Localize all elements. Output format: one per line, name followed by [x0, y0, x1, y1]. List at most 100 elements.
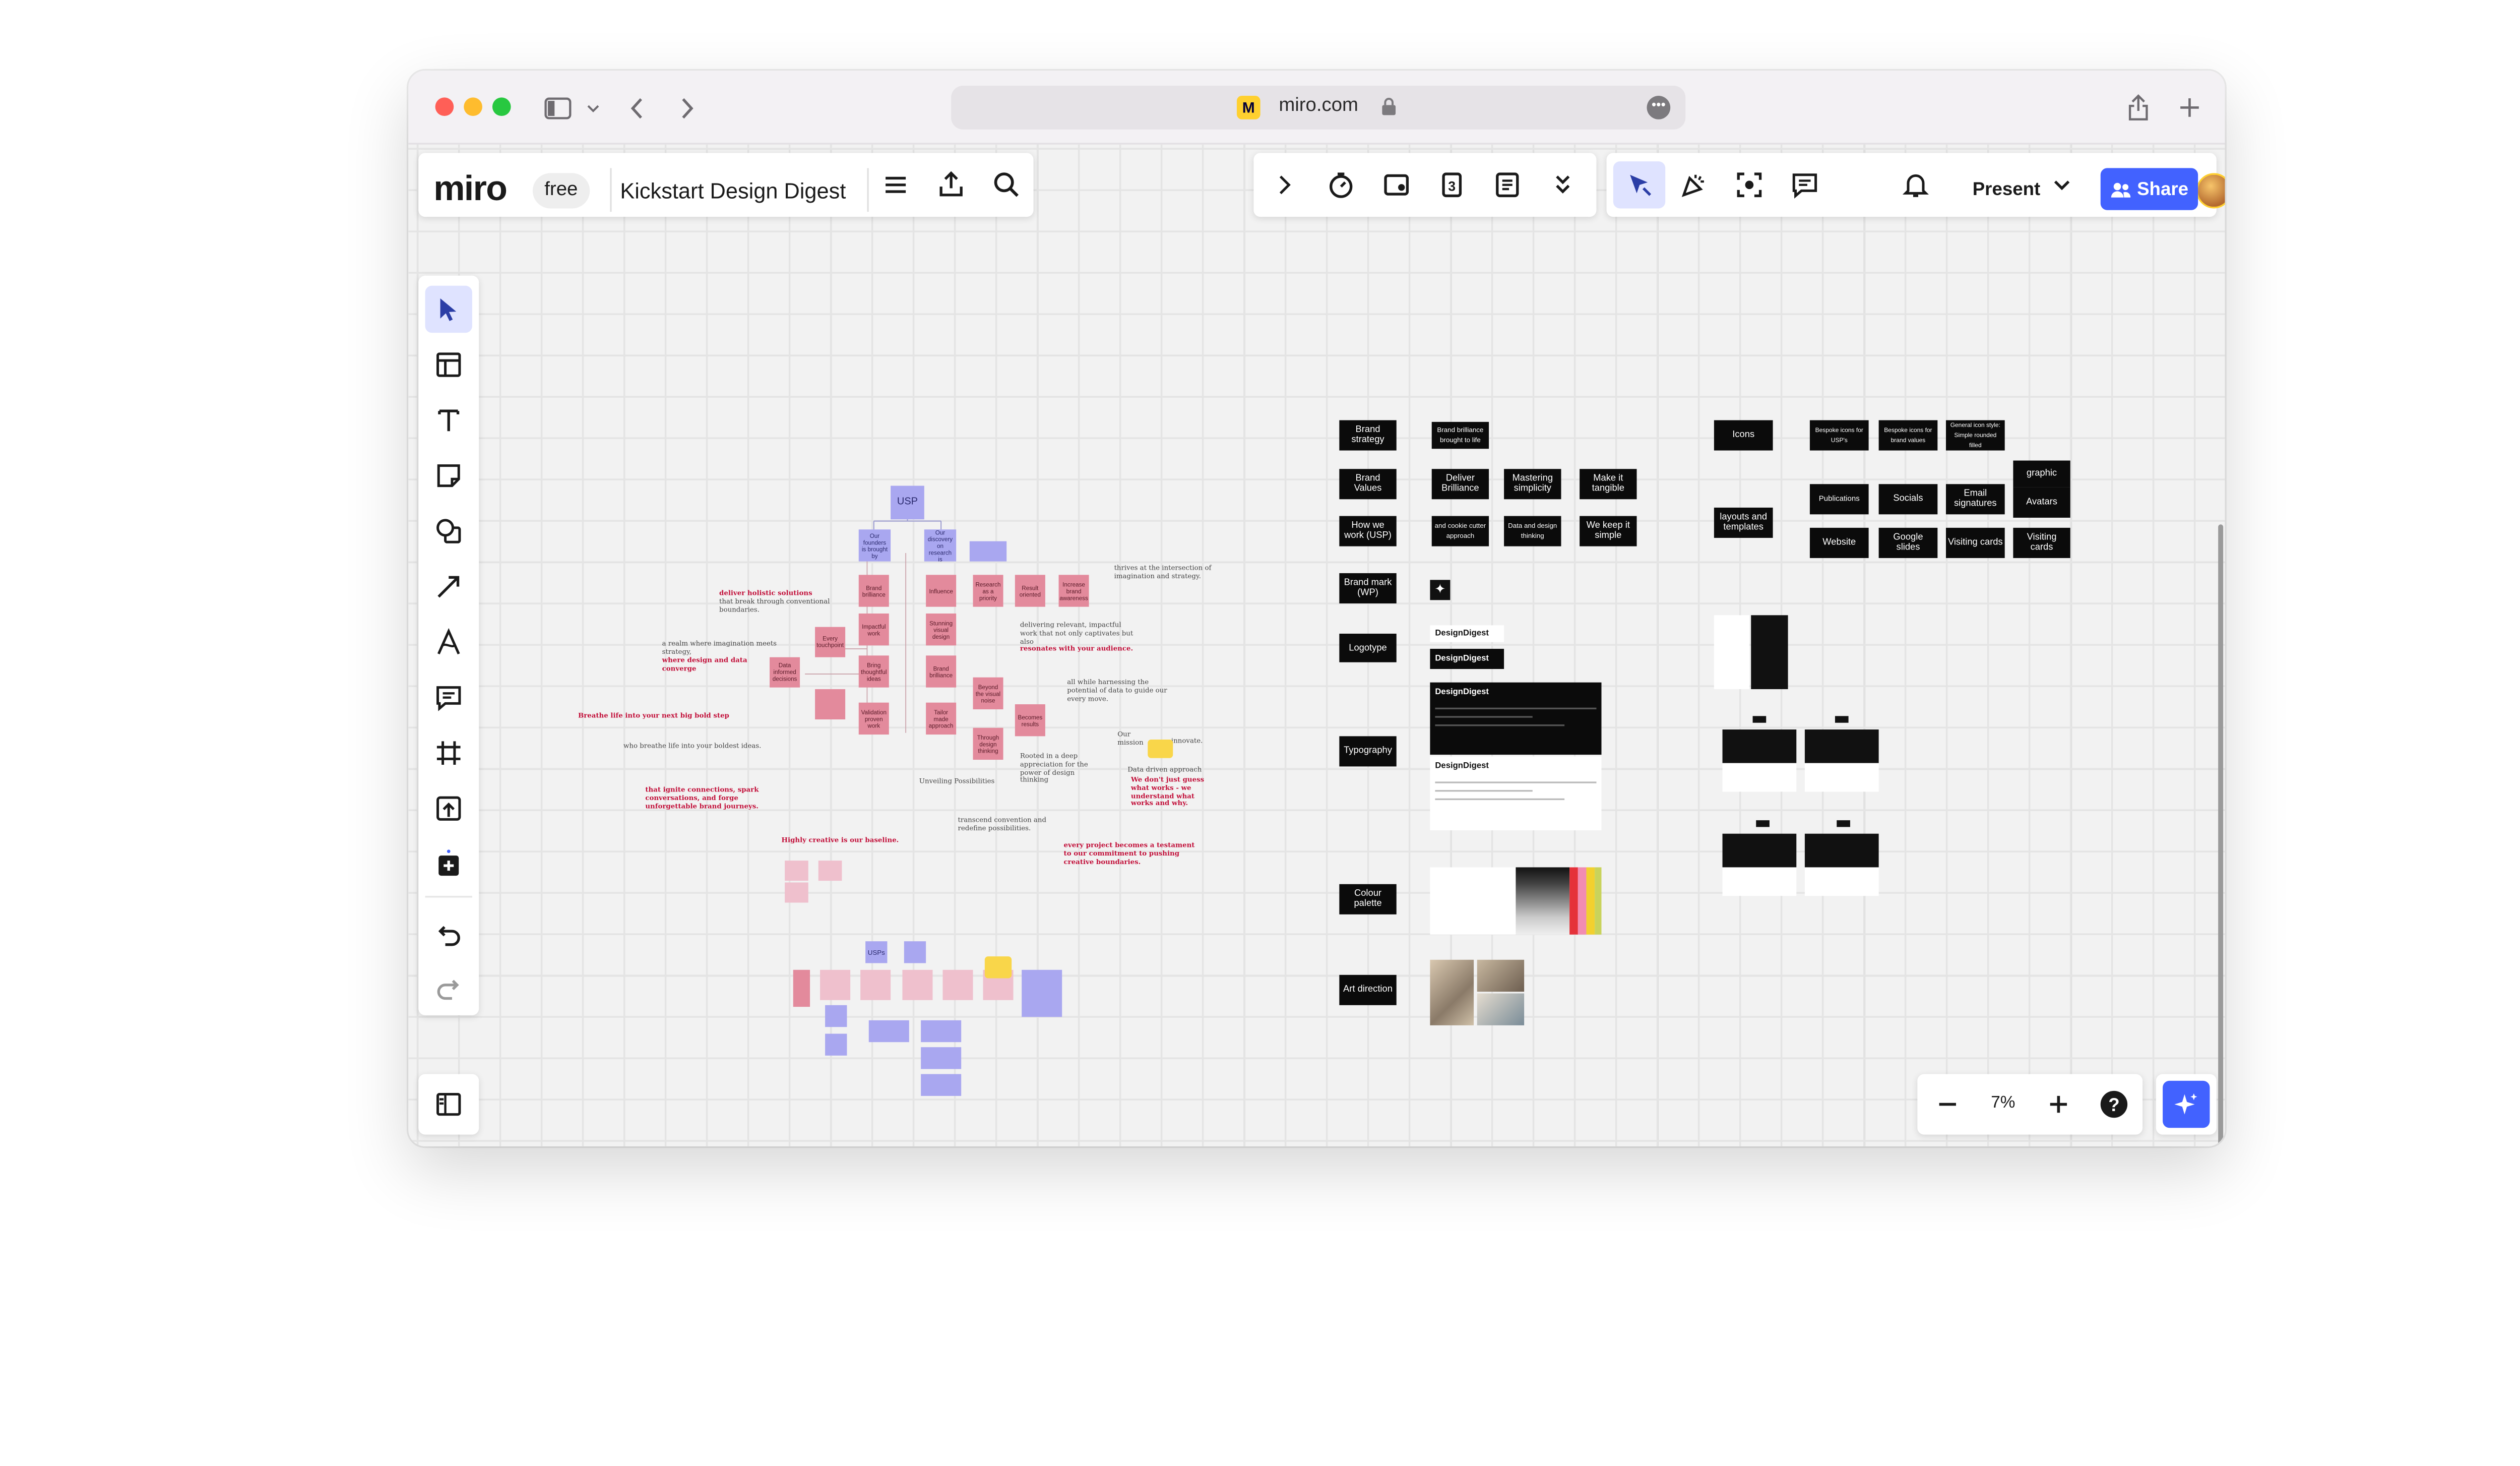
- focus-icon[interactable]: [1726, 161, 1773, 208]
- pink-sticky[interactable]: [818, 861, 842, 881]
- menu-icon[interactable]: [872, 161, 919, 208]
- red-note[interactable]: every project becomes a testament to our…: [1064, 840, 1199, 866]
- pink-sticky[interactable]: Brand brilliance: [858, 575, 889, 607]
- back-icon[interactable]: [623, 89, 650, 126]
- usp-root-node[interactable]: USP: [891, 485, 924, 520]
- user-avatar[interactable]: [2196, 173, 2225, 209]
- add-icon[interactable]: [425, 840, 472, 887]
- comment-bubble[interactable]: [1148, 740, 1173, 758]
- select-icon[interactable]: [425, 285, 472, 333]
- red-note[interactable]: Highly creative is our baseline.: [781, 836, 932, 845]
- undo-icon[interactable]: [425, 911, 472, 958]
- share-icon[interactable]: [2122, 89, 2153, 126]
- pink-sticky[interactable]: Impactful work: [858, 613, 889, 646]
- present-button[interactable]: Present: [1956, 166, 2057, 213]
- card-icon[interactable]: [1373, 161, 1420, 208]
- more-icon[interactable]: •••: [1647, 96, 1671, 119]
- blue-sticky[interactable]: [921, 1047, 962, 1069]
- usp-node[interactable]: [969, 541, 1007, 562]
- miro-logo[interactable]: miro: [433, 170, 508, 210]
- search-icon[interactable]: [983, 161, 1030, 208]
- blue-sticky[interactable]: [921, 1020, 962, 1043]
- more-tools-icon[interactable]: [1539, 161, 1586, 208]
- pink-sticky[interactable]: Stunning visual design: [926, 613, 957, 646]
- cursor-icon[interactable]: [1613, 161, 1666, 209]
- gray-note[interactable]: Unveiling Possibilities: [919, 777, 1020, 786]
- pink-sticky[interactable]: Tailor made approach: [926, 702, 957, 735]
- pink-sticky[interactable]: Brand brilliance: [926, 655, 957, 688]
- usp-node[interactable]: Our discovery on research is: [924, 529, 957, 562]
- pen-icon[interactable]: [425, 619, 472, 665]
- chevron-down-icon[interactable]: [583, 89, 603, 126]
- red-note[interactable]: Breathe life into your next big bold ste…: [578, 711, 763, 721]
- minimize-window-button[interactable]: [464, 97, 482, 116]
- blue-sticky[interactable]: [825, 1033, 847, 1056]
- gray-note[interactable]: all while harnessing the potential of da…: [1067, 678, 1168, 703]
- usp-node[interactable]: USPs: [865, 941, 888, 963]
- pink-sticky[interactable]: [793, 969, 810, 1007]
- expand-icon[interactable]: [1261, 161, 1307, 208]
- pink-sticky[interactable]: Influence: [926, 575, 957, 607]
- pink-sticky[interactable]: Every touchpoint: [815, 627, 846, 657]
- timer-icon[interactable]: [1317, 161, 1364, 208]
- shapes-icon[interactable]: [425, 508, 472, 555]
- templates-icon[interactable]: [425, 341, 472, 388]
- blue-sticky[interactable]: [1022, 969, 1062, 1017]
- close-window-button[interactable]: [435, 97, 454, 116]
- frames-panel-button[interactable]: [418, 1074, 479, 1135]
- blue-sticky[interactable]: [825, 1005, 847, 1027]
- reaction-icon[interactable]: [1670, 161, 1717, 208]
- comment-bubble[interactable]: [984, 956, 1012, 979]
- red-note[interactable]: We don't just guess what works - we unde…: [1131, 775, 1212, 809]
- gray-note[interactable]: delivering relevant, impactful work that…: [1020, 620, 1135, 646]
- pink-sticky[interactable]: [820, 969, 851, 1000]
- red-note[interactable]: where design and data converge: [662, 656, 780, 674]
- connector-icon[interactable]: [425, 563, 472, 610]
- pink-sticky[interactable]: Through design thinking: [973, 727, 1003, 760]
- gray-note[interactable]: innovate.: [1171, 737, 1212, 746]
- export-icon[interactable]: [927, 161, 974, 208]
- pink-sticky[interactable]: [815, 689, 846, 720]
- gray-note[interactable]: a realm where imagination meets strategy…: [662, 639, 780, 656]
- address-bar[interactable]: M miro.com •••: [951, 86, 1686, 130]
- gray-note[interactable]: Rooted in a deep appreciation for the po…: [1020, 752, 1104, 785]
- pink-sticky[interactable]: [942, 969, 973, 1000]
- pink-sticky[interactable]: [785, 861, 808, 881]
- red-note[interactable]: resonates with your audience.: [1020, 644, 1135, 653]
- pink-sticky[interactable]: Increase brand awareness: [1058, 575, 1089, 607]
- zoom-in-icon[interactable]: [2035, 1081, 2082, 1128]
- frame-icon[interactable]: [425, 729, 472, 776]
- usp-node[interactable]: [904, 941, 926, 963]
- comment-tool-icon[interactable]: [425, 674, 472, 721]
- zoom-level[interactable]: 7%: [1986, 1094, 2020, 1113]
- notes-icon[interactable]: [1484, 161, 1531, 208]
- panel-icon[interactable]: [425, 1081, 472, 1128]
- gray-note[interactable]: that break through conventional boundari…: [719, 597, 854, 615]
- pink-sticky[interactable]: Bring thoughtful ideas: [858, 655, 889, 688]
- pink-sticky[interactable]: [902, 969, 933, 1000]
- board-title[interactable]: Kickstart Design Digest: [620, 178, 846, 203]
- redo-icon[interactable]: [425, 965, 472, 1012]
- pink-sticky[interactable]: Becomes results: [1015, 704, 1045, 737]
- pink-sticky[interactable]: Validation proven work: [858, 702, 889, 735]
- sidebar-toggle-icon[interactable]: [541, 89, 575, 126]
- zoom-out-icon[interactable]: [1924, 1081, 1971, 1128]
- plan-badge[interactable]: free: [532, 173, 590, 209]
- pink-sticky[interactable]: Research as a priority: [973, 575, 1003, 607]
- sticky-note-icon[interactable]: [425, 452, 472, 499]
- chevron-down-icon[interactable]: [2045, 161, 2079, 208]
- blue-sticky[interactable]: [868, 1020, 909, 1043]
- text-icon[interactable]: [425, 397, 472, 444]
- gray-note[interactable]: transcend convention and redefine possib…: [958, 816, 1058, 833]
- gray-note[interactable]: thrives at the intersection of imaginati…: [1114, 564, 1222, 581]
- pink-sticky[interactable]: Result oriented: [1015, 575, 1045, 607]
- blue-sticky[interactable]: [921, 1074, 962, 1096]
- ai-icon[interactable]: [2163, 1080, 2210, 1128]
- help-icon[interactable]: ?: [2091, 1081, 2137, 1128]
- maximize-window-button[interactable]: [492, 97, 511, 116]
- pink-sticky[interactable]: [860, 969, 891, 1000]
- share-button[interactable]: Share: [2100, 168, 2198, 210]
- comment-icon[interactable]: [1781, 161, 1828, 208]
- board-canvas[interactable]: Brand strategy Brand Values How we work …: [408, 144, 2225, 1146]
- gray-note[interactable]: Data driven approach: [1127, 765, 1212, 774]
